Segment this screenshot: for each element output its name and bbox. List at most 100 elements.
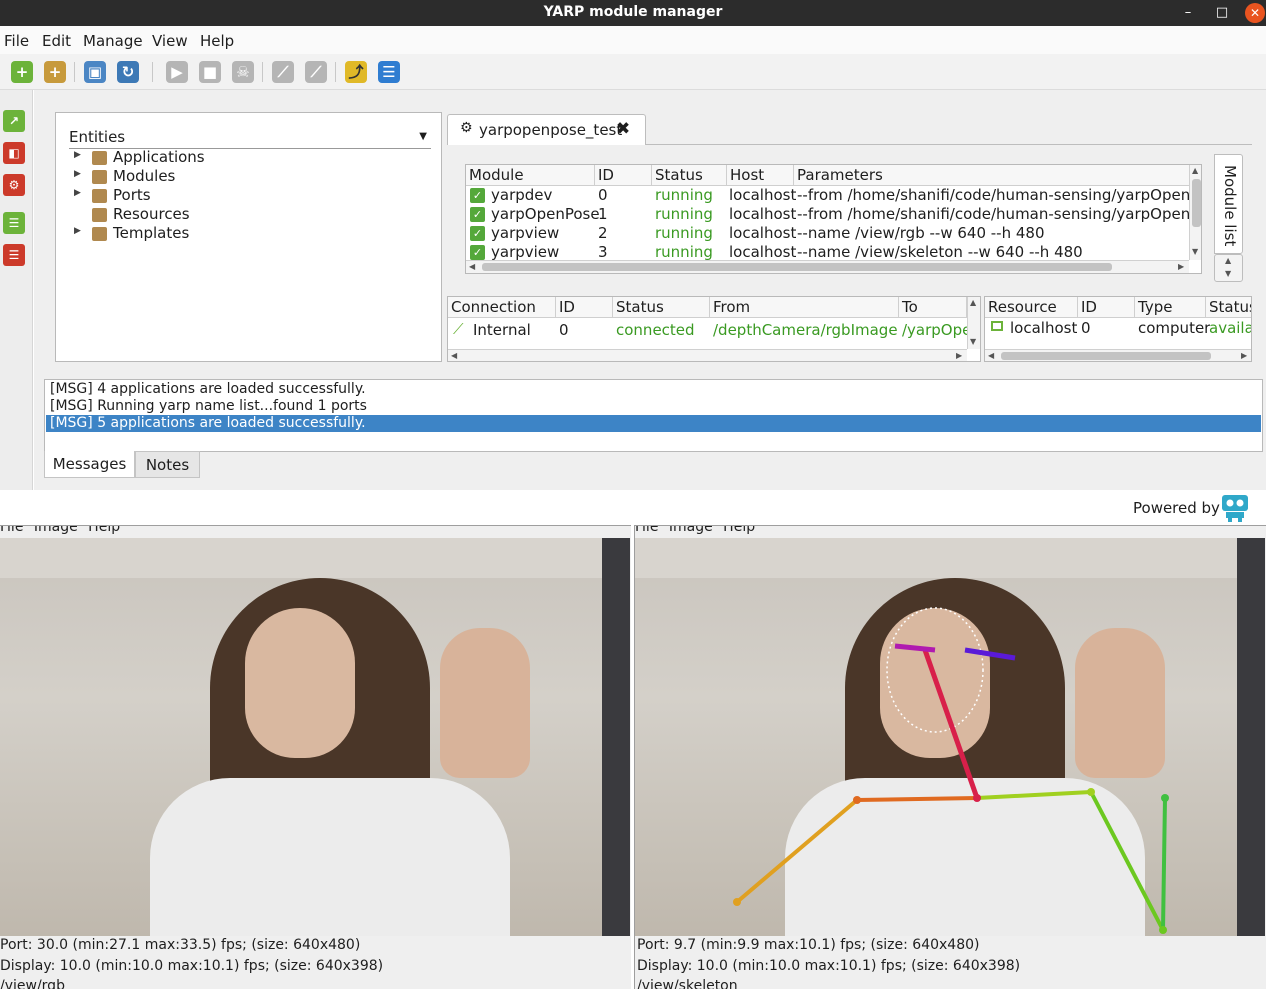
- checkbox-checked-icon[interactable]: ✓: [470, 245, 485, 260]
- tree-item-label: Templates: [113, 224, 190, 242]
- list-view-icon[interactable]: ☰: [378, 61, 400, 83]
- column-header-parameters[interactable]: Parameters: [794, 165, 1190, 186]
- tab-messages[interactable]: Messages: [44, 451, 135, 478]
- toolbar-separator: [74, 62, 75, 82]
- tree-item-label: Resources: [113, 205, 190, 223]
- checkbox-checked-icon[interactable]: ✓: [470, 188, 485, 203]
- message-log[interactable]: [MSG] 4 applications are loaded successf…: [44, 379, 1263, 452]
- ports-dock-icon[interactable]: ⚙: [3, 174, 25, 196]
- tree-item-templates[interactable]: ▶ Templates: [74, 224, 274, 244]
- resources-dock-icon[interactable]: ☰: [3, 212, 25, 234]
- column-header-to[interactable]: To: [899, 297, 967, 318]
- connections-horizontal-scrollbar[interactable]: ◀ ▶: [448, 349, 967, 361]
- column-header-status[interactable]: Status: [652, 165, 727, 186]
- log-line[interactable]: [MSG] 4 applications are loaded successf…: [46, 381, 1261, 398]
- column-header-type[interactable]: Type: [1135, 297, 1206, 318]
- connections-vertical-scrollbar[interactable]: ▲ ▼: [967, 297, 980, 349]
- resource-name: localhost: [1010, 319, 1078, 337]
- tab-module-list[interactable]: Module list: [1214, 154, 1243, 254]
- menu-file[interactable]: File: [4, 32, 29, 50]
- module-name: yarpview: [491, 224, 560, 242]
- column-header-module[interactable]: Module: [466, 165, 595, 186]
- resources-horizontal-scrollbar[interactable]: ◀ ▶: [985, 349, 1251, 361]
- chevron-down-icon[interactable]: ▼: [419, 131, 427, 142]
- module-status: running: [655, 186, 713, 204]
- applications-folder-icon: [92, 151, 107, 165]
- port-fps-stat: Port: 9.7 (min:9.9 max:10.1) fps; (size:…: [637, 937, 980, 953]
- applications-dock-icon[interactable]: ↗: [3, 110, 25, 132]
- tree-item-modules[interactable]: ▶ Modules: [74, 167, 274, 187]
- column-header-id[interactable]: ID: [1078, 297, 1135, 318]
- column-header-from[interactable]: From: [710, 297, 899, 318]
- powered-by-label: Powered by: [1133, 499, 1220, 517]
- connection-icon: ⟋: [453, 320, 464, 338]
- tab-label: Module list: [1221, 165, 1239, 247]
- connection-id: 0: [559, 321, 569, 339]
- column-header-status[interactable]: Status: [1206, 297, 1251, 318]
- viewer-menubar[interactable]: File Image Help: [0, 526, 120, 535]
- module-list-tab-scroller[interactable]: ▲ ▼: [1214, 254, 1243, 282]
- disconnect-icon[interactable]: ⟋: [305, 61, 327, 83]
- menu-help[interactable]: Help: [200, 32, 234, 50]
- run-icon[interactable]: ▶: [166, 61, 188, 83]
- modules-table: Module ID Status Host Parameters ✓ yarpd…: [465, 164, 1202, 274]
- module-status: running: [655, 224, 713, 242]
- attach-to-stdout-icon[interactable]: ⤴: [345, 61, 367, 83]
- minimize-icon[interactable]: –: [1178, 3, 1198, 23]
- menu-edit[interactable]: Edit: [42, 32, 71, 50]
- display-fps-stat: Display: 10.0 (min:10.0 max:10.1) fps; (…: [637, 958, 1021, 974]
- tab-yarpopenpose-test[interactable]: ⚙ yarpopenpose_test ✖: [447, 114, 646, 145]
- module-name: yarpOpenPose: [491, 205, 600, 223]
- module-status: running: [655, 205, 713, 223]
- new-application-icon[interactable]: +: [11, 61, 33, 83]
- entities-combo[interactable]: Entities ▼: [69, 125, 431, 149]
- resources-table: Resource ID Type Status localhost 0 comp…: [984, 296, 1252, 362]
- stop-icon[interactable]: ■: [199, 61, 221, 83]
- tree-item-resources[interactable]: Resources: [74, 205, 274, 225]
- checkbox-checked-icon[interactable]: ✓: [470, 226, 485, 241]
- column-header-host[interactable]: Host: [727, 165, 794, 186]
- expand-arrow-icon[interactable]: ▶: [74, 169, 81, 179]
- connect-icon[interactable]: ⟋: [272, 61, 294, 83]
- camera-image-skeleton: [635, 538, 1265, 936]
- column-header-status[interactable]: Status: [613, 297, 710, 318]
- select-all-icon[interactable]: ▣: [84, 61, 106, 83]
- refresh-icon[interactable]: ↻: [117, 61, 139, 83]
- module-id: 1: [598, 205, 608, 223]
- log-line[interactable]: [MSG] Running yarp name list...found 1 p…: [46, 398, 1261, 415]
- module-host: localhost: [729, 186, 797, 204]
- maximize-icon[interactable]: □: [1212, 3, 1232, 23]
- connections-dock-icon[interactable]: ☰: [3, 244, 25, 266]
- column-header-connection[interactable]: Connection: [448, 297, 556, 318]
- left-dock-strip: ↗ ◧ ⚙ ☰ ☰: [0, 90, 33, 490]
- checkbox-checked-icon[interactable]: ✓: [470, 207, 485, 222]
- expand-arrow-icon[interactable]: ▶: [74, 226, 81, 236]
- connection-from: /depthCamera/rgbImage:o: [713, 321, 898, 339]
- viewer-menubar[interactable]: File Image Help: [635, 526, 755, 535]
- kill-icon[interactable]: ☠: [232, 61, 254, 83]
- tree-item-applications[interactable]: ▶ Applications: [74, 148, 274, 168]
- menubar: File Edit Manage View Help: [0, 26, 1266, 54]
- close-tab-icon[interactable]: ✖: [616, 119, 630, 139]
- modules-horizontal-scrollbar[interactable]: ◀ ▶: [466, 260, 1189, 273]
- column-header-id[interactable]: ID: [556, 297, 613, 318]
- expand-arrow-icon[interactable]: ▶: [74, 188, 81, 198]
- tab-notes[interactable]: Notes: [135, 451, 200, 478]
- tree-item-ports[interactable]: ▶ Ports: [74, 186, 274, 206]
- window-title: YARP module manager: [543, 4, 723, 20]
- expand-arrow-icon[interactable]: ▶: [74, 150, 81, 160]
- close-window-icon[interactable]: ✕: [1245, 3, 1265, 23]
- menu-view[interactable]: View: [152, 32, 188, 50]
- column-header-resource[interactable]: Resource: [985, 297, 1078, 318]
- menu-manage[interactable]: Manage: [83, 32, 143, 50]
- tree-item-label: Modules: [113, 167, 176, 185]
- camera-image-rgb: [0, 538, 630, 936]
- modules-dock-icon[interactable]: ◧: [3, 142, 25, 164]
- column-header-id[interactable]: ID: [595, 165, 652, 186]
- toolbar-separator: [152, 62, 153, 82]
- new-module-icon[interactable]: +: [44, 61, 66, 83]
- viewer-port-name: /view/rgb: [0, 978, 65, 989]
- viewer-skeleton-window: File Image Help Port: 9.7 (min:9.9 max:1…: [634, 525, 1266, 989]
- modules-vertical-scrollbar[interactable]: ▲ ▼: [1189, 165, 1201, 260]
- log-line-selected[interactable]: [MSG] 5 applications are loaded successf…: [46, 415, 1261, 432]
